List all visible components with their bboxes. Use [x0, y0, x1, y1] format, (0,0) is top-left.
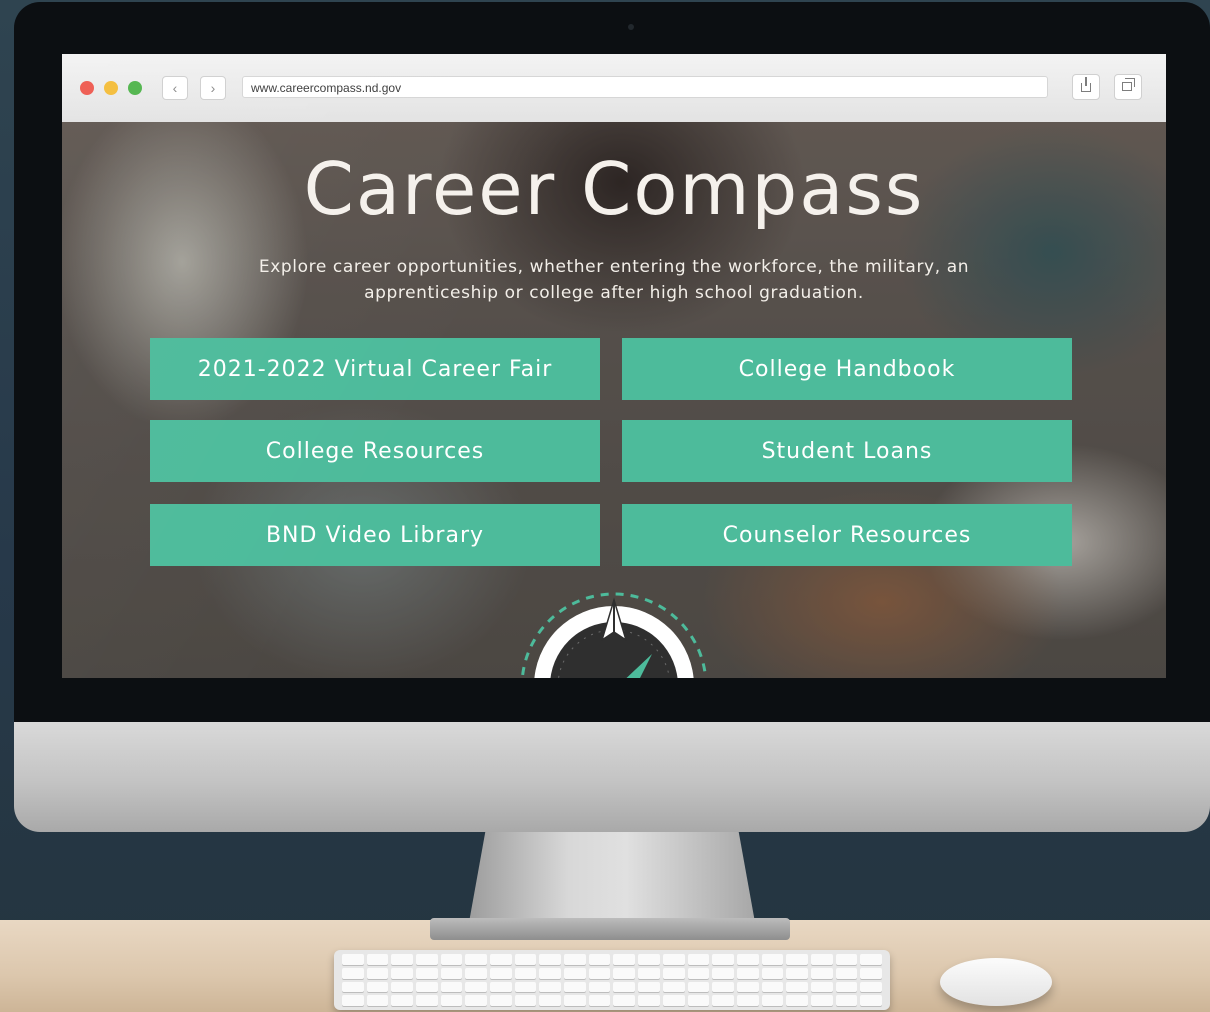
- monitor-chin: [14, 722, 1210, 832]
- college-resources-button[interactable]: College Resources: [150, 420, 600, 482]
- share-button[interactable]: [1072, 74, 1100, 100]
- monitor-stand-base: [430, 918, 790, 940]
- monitor-stand: [468, 832, 756, 928]
- url-text: www.careercompass.nd.gov: [251, 81, 402, 95]
- hero-section: Career Compass Explore career opportunit…: [62, 122, 1166, 678]
- virtual-career-fair-button[interactable]: 2021-2022 Virtual Career Fair: [150, 338, 600, 400]
- chevron-right-icon: ›: [210, 80, 216, 96]
- browser-toolbar: ‹ › www.careercompass.nd.gov: [62, 54, 1166, 123]
- chevron-left-icon: ‹: [172, 80, 178, 96]
- zoom-window-button[interactable]: [128, 81, 142, 95]
- college-handbook-button[interactable]: College Handbook: [622, 338, 1072, 400]
- page-subtitle: Explore career opportunities, whether en…: [258, 257, 970, 303]
- share-icon: [1081, 77, 1091, 92]
- compass-icon: [520, 592, 708, 678]
- keyboard: [334, 950, 890, 1010]
- forward-button[interactable]: ›: [200, 76, 226, 100]
- page-title: Career Compass: [303, 147, 925, 231]
- bnd-video-library-button[interactable]: BND Video Library: [150, 504, 600, 566]
- tabs-button[interactable]: [1114, 74, 1142, 100]
- back-button[interactable]: ‹: [162, 76, 188, 100]
- minimize-window-button[interactable]: [104, 81, 118, 95]
- close-window-button[interactable]: [80, 81, 94, 95]
- mouse: [940, 958, 1052, 1006]
- tabs-icon: [1122, 78, 1135, 91]
- counselor-resources-button[interactable]: Counselor Resources: [622, 504, 1072, 566]
- browser-window: ‹ › www.careercompass.nd.gov Career Comp…: [62, 54, 1166, 678]
- camera-dot: [628, 24, 634, 30]
- student-loans-button[interactable]: Student Loans: [622, 420, 1072, 482]
- address-bar[interactable]: www.careercompass.nd.gov: [242, 76, 1048, 98]
